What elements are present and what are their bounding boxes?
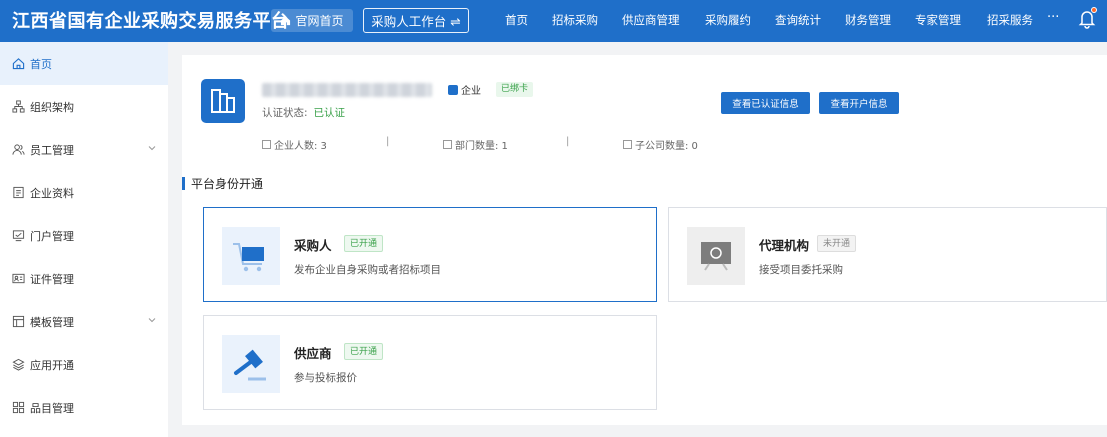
cart-icon xyxy=(222,227,280,285)
identity-card-purchaser[interactable]: 采购人 已开通 发布企业自身采购或者招标项目 xyxy=(203,207,657,302)
official-home-button[interactable]: 官网首页 xyxy=(271,9,353,32)
building-icon xyxy=(211,89,235,113)
stat-label: 部门数量: 1 xyxy=(455,141,508,152)
enterprise-badge-label: 企业 xyxy=(461,86,481,97)
main-panel: 企业 已绑卡 认证状态: 已认证 查看已认证信息 查看开户信息 企业人数: 3 |… xyxy=(182,55,1107,425)
workbench-switch-button[interactable]: 采购人工作台 ⇌ xyxy=(363,8,469,33)
notification-dot xyxy=(1091,7,1097,13)
identity-card-agency[interactable]: 代理机构 未开通 接受项目委托采购 xyxy=(668,207,1107,302)
agency-icon xyxy=(687,227,745,285)
grid-icon xyxy=(12,401,25,414)
chevron-down-icon xyxy=(148,146,156,151)
nav-contract-performance[interactable]: 采购履约 xyxy=(705,12,751,28)
section-title-bar xyxy=(182,177,185,190)
sidebar-item-portal-management[interactable]: 门户管理 xyxy=(0,214,168,257)
nav-supplier-management[interactable]: 供应商管理 xyxy=(622,12,680,28)
view-certification-button[interactable]: 查看已认证信息 xyxy=(721,92,810,114)
enterprise-badge: 企业 xyxy=(448,82,481,97)
nav-expert-management[interactable]: 专家管理 xyxy=(915,12,961,28)
sidebar-item-label: 首页 xyxy=(30,57,52,71)
card-description: 发布企业自身采购或者招标项目 xyxy=(294,264,441,276)
sidebar-item-label: 证件管理 xyxy=(30,272,74,286)
home-icon xyxy=(281,16,291,26)
department-icon xyxy=(443,140,452,149)
sidebar-item-org-structure[interactable]: 组织架构 xyxy=(0,85,168,128)
status-badge: 已开通 xyxy=(344,235,384,252)
sidebar-item-home[interactable]: 首页 xyxy=(0,42,168,85)
sidebar-item-label: 品目管理 xyxy=(30,401,74,415)
section-title: 平台身份开通 xyxy=(182,175,263,192)
certification-value: 已认证 xyxy=(313,107,346,119)
home-icon xyxy=(12,58,25,70)
document-icon xyxy=(13,186,24,199)
nav-procurement-service[interactable]: 招采服务 xyxy=(987,12,1033,28)
sidebar-item-label: 门户管理 xyxy=(30,229,74,243)
subsidiary-icon xyxy=(623,140,632,149)
sidebar-item-certificate-management[interactable]: 证件管理 xyxy=(0,257,168,300)
sidebar-item-app-activation[interactable]: 应用开通 xyxy=(0,343,168,386)
card-bound-badge: 已绑卡 xyxy=(496,82,534,97)
section-title-text: 平台身份开通 xyxy=(191,177,264,191)
stat-employee-count: 企业人数: 3 xyxy=(262,137,327,152)
company-name-redacted xyxy=(262,83,432,97)
sidebar-item-template-management[interactable]: 模板管理 xyxy=(0,300,168,343)
company-logo xyxy=(201,79,245,123)
stat-label: 子公司数量: 0 xyxy=(635,141,698,152)
sidebar-item-label: 企业资料 xyxy=(30,186,74,200)
sidebar-item-company-profile[interactable]: 企业资料 xyxy=(0,171,168,214)
certification-status: 认证状态: 已认证 xyxy=(262,105,345,120)
card-description: 参与投标报价 xyxy=(294,372,357,384)
stat-subsidiary-count: 子公司数量: 0 xyxy=(623,137,698,152)
view-account-button[interactable]: 查看开户信息 xyxy=(819,92,899,114)
sidebar: 首页 组织架构 员工管理 企业资料 门户管理 证件管理 模板管理 应用开通 品目… xyxy=(0,42,168,437)
sidebar-item-label: 员工管理 xyxy=(30,143,74,157)
card-description: 接受项目委托采购 xyxy=(759,264,843,276)
card-title: 采购人 xyxy=(294,238,332,253)
template-icon xyxy=(12,315,25,328)
enterprise-icon xyxy=(448,84,458,95)
identity-card-supplier[interactable]: 供应商 已开通 参与投标报价 xyxy=(203,315,657,410)
sidebar-item-employee-management[interactable]: 员工管理 xyxy=(0,128,168,171)
card-title: 代理机构 xyxy=(759,238,810,253)
stat-separator: | xyxy=(566,136,570,147)
sidebar-item-category-management[interactable]: 品目管理 xyxy=(0,386,168,429)
certification-label: 认证状态: xyxy=(262,107,308,119)
official-home-label: 官网首页 xyxy=(295,14,344,28)
nav-home[interactable]: 首页 xyxy=(505,12,528,28)
platform-title: 江西省国有企业采购交易服务平台 xyxy=(12,11,290,32)
status-badge: 已开通 xyxy=(344,343,384,360)
chevron-down-icon xyxy=(148,318,156,323)
people-icon xyxy=(12,144,25,155)
stat-separator: | xyxy=(386,136,390,147)
card-title: 供应商 xyxy=(294,346,332,361)
gavel-icon xyxy=(222,335,280,393)
monitor-icon xyxy=(12,230,25,242)
nav-query-statistics[interactable]: 查询统计 xyxy=(775,12,821,28)
people-count-icon xyxy=(262,140,271,149)
top-bar: 江西省国有企业采购交易服务平台 官网首页 采购人工作台 ⇌ 首页 招标采购 供应… xyxy=(0,0,1107,42)
status-badge: 未开通 xyxy=(817,235,857,252)
sidebar-item-label: 模板管理 xyxy=(30,315,74,329)
nav-tendering[interactable]: 招标采购 xyxy=(552,12,598,28)
nav-finance[interactable]: 财务管理 xyxy=(845,12,891,28)
sidebar-item-label: 组织架构 xyxy=(30,100,74,114)
stat-label: 企业人数: 3 xyxy=(274,141,327,152)
nav-more-icon[interactable]: ··· xyxy=(1047,10,1059,25)
sidebar-item-label: 应用开通 xyxy=(30,358,74,372)
stat-department-count: 部门数量: 1 xyxy=(443,137,508,152)
id-card-icon xyxy=(12,273,25,284)
app-icon xyxy=(12,358,25,371)
org-chart-icon xyxy=(12,100,25,113)
